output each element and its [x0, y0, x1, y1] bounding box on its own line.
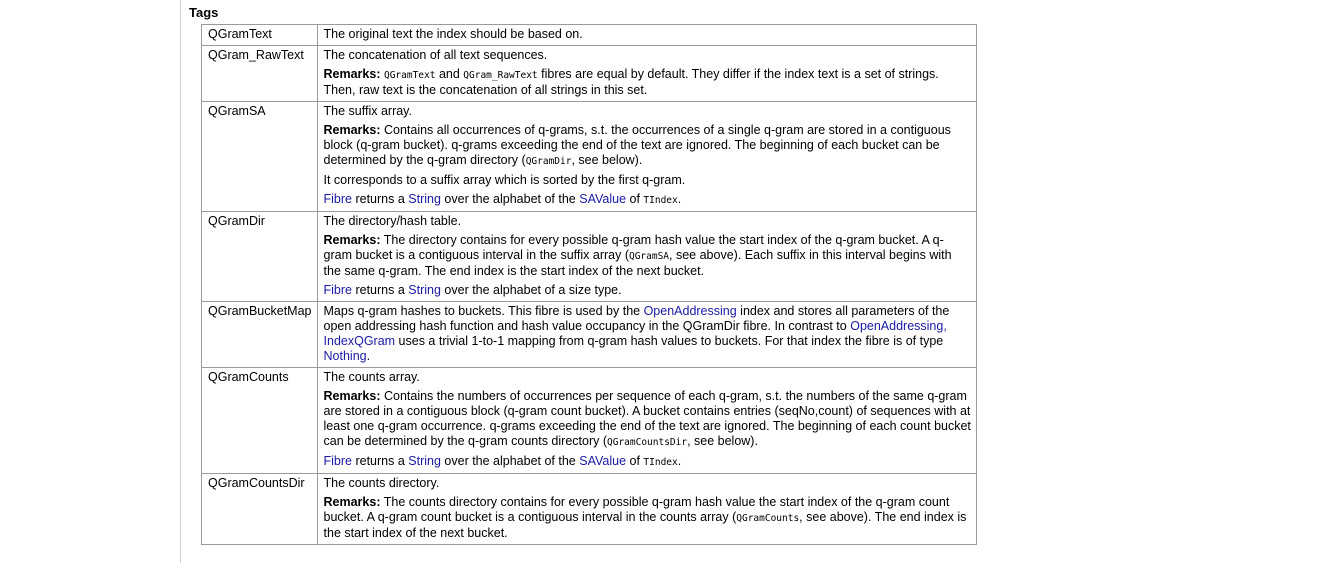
tag-description: The concatenation of all text sequences.…	[316, 45, 978, 102]
tag-name: QGramDir	[201, 211, 318, 302]
tag-name: QGramBucketMap	[201, 301, 318, 368]
tag-name: QGramCounts	[201, 367, 318, 474]
savalue-link[interactable]: SAValue	[579, 192, 626, 206]
remarks-label: Remarks:	[323, 67, 381, 81]
code-ref: TIndex	[643, 195, 678, 206]
fibre-link[interactable]: Fibre	[324, 192, 352, 206]
table-row: QGram_RawText The concatenation of all t…	[201, 45, 978, 102]
code-ref: QGramCounts	[736, 513, 800, 524]
table-row: QGramCountsDir The counts directory. Rem…	[201, 473, 978, 545]
code-ref: QGramSA	[628, 251, 670, 262]
tags-table: QGramText The original text the index sh…	[201, 24, 978, 545]
openaddressing-link[interactable]: OpenAddressing	[644, 304, 737, 318]
tag-description: The counts directory. Remarks: The count…	[316, 473, 978, 545]
code-ref: QGramText	[383, 70, 436, 81]
tag-description: The suffix array. Remarks: Contains all …	[316, 101, 978, 212]
table-row: QGramText The original text the index sh…	[201, 24, 978, 46]
tag-name: QGramText	[201, 24, 318, 46]
table-row: QGramCounts The counts array. Remarks: C…	[201, 367, 978, 474]
table-row: QGramBucketMap Maps q-gram hashes to buc…	[201, 301, 978, 368]
string-link[interactable]: String	[408, 283, 441, 297]
doc-content: Tags QGramText The original text the ind…	[180, 0, 1318, 563]
nothing-link[interactable]: Nothing	[324, 349, 367, 363]
tag-description: Maps q-gram hashes to buckets. This fibr…	[316, 301, 978, 368]
tag-description: The original text the index should be ba…	[316, 24, 978, 46]
remarks-label: Remarks:	[323, 495, 381, 509]
code-ref: QGramCountsDir	[607, 437, 688, 448]
remarks-label: Remarks:	[323, 233, 381, 247]
fibre-link[interactable]: Fibre	[324, 454, 352, 468]
table-row: QGramDir The directory/hash table. Remar…	[201, 211, 978, 302]
string-link[interactable]: String	[408, 454, 441, 468]
tag-name: QGram_RawText	[201, 45, 318, 102]
section-title: Tags	[189, 5, 219, 20]
fibre-link[interactable]: Fibre	[324, 283, 352, 297]
savalue-link[interactable]: SAValue	[579, 454, 626, 468]
string-link[interactable]: String	[408, 192, 441, 206]
remarks-label: Remarks:	[323, 389, 381, 403]
code-ref: TIndex	[643, 457, 678, 468]
code-ref: QGram_RawText	[463, 70, 538, 81]
tag-name: QGramSA	[201, 101, 318, 212]
tag-description: The counts array. Remarks: Contains the …	[316, 367, 978, 474]
code-ref: QGramDir	[525, 156, 572, 167]
tag-name: QGramCountsDir	[201, 473, 318, 545]
tag-description: The directory/hash table. Remarks: The d…	[316, 211, 978, 302]
table-row: QGramSA The suffix array. Remarks: Conta…	[201, 101, 978, 212]
remarks-label: Remarks:	[323, 123, 381, 137]
